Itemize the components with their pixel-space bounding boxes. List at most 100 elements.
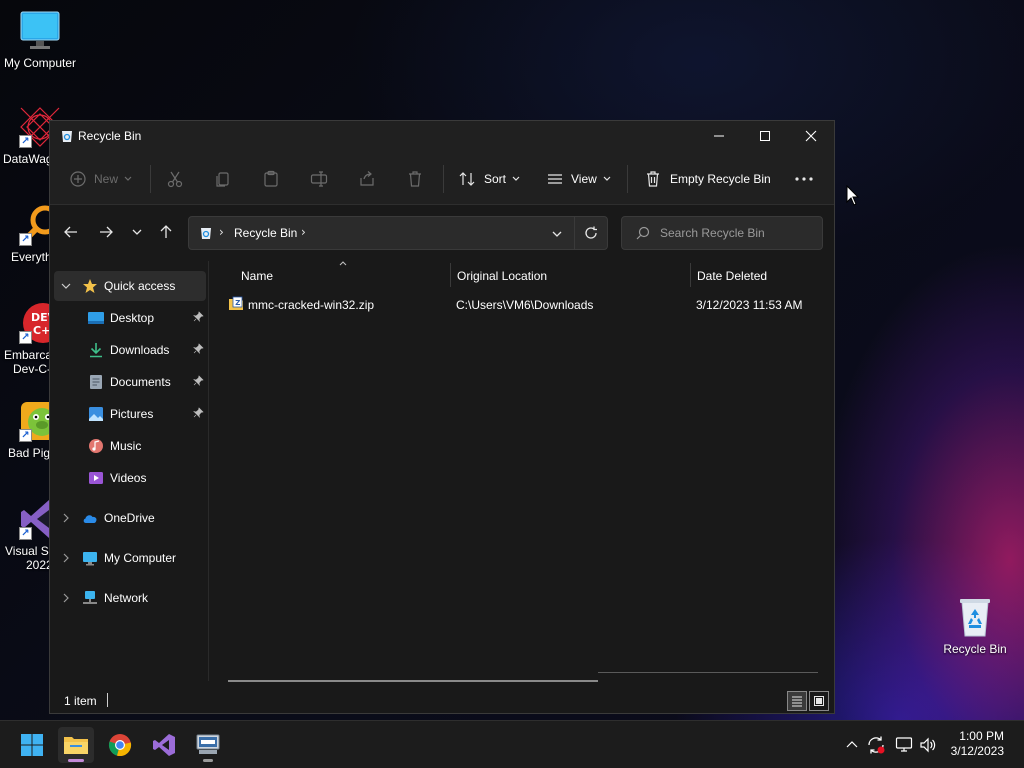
- back-button[interactable]: [58, 217, 84, 247]
- toolbar-separator: [150, 165, 151, 193]
- sidebar-item-downloads[interactable]: Downloads: [50, 335, 208, 365]
- remote-desktop-icon: [196, 734, 220, 754]
- details-view-button[interactable]: [787, 691, 807, 711]
- title-bar[interactable]: Recycle Bin: [50, 121, 834, 151]
- sidebar-item-music[interactable]: Music: [50, 431, 208, 461]
- column-divider[interactable]: [690, 263, 691, 287]
- sidebar-item-desktop[interactable]: Desktop: [50, 303, 208, 333]
- status-bar: 1 item: [50, 687, 834, 713]
- copy-icon: [216, 172, 229, 187]
- search-box[interactable]: [621, 216, 823, 250]
- share-icon: [360, 171, 374, 186]
- sort-ascending-icon: [339, 261, 347, 266]
- arrow-up-icon: [160, 225, 172, 238]
- network-icon: [83, 591, 97, 604]
- sidebar-item-label: Music: [110, 439, 142, 453]
- status-divider: [107, 693, 108, 707]
- chevron-down-icon: [512, 176, 520, 181]
- clock-date: 3/12/2023: [950, 744, 1004, 758]
- sidebar-item-network[interactable]: Network: [50, 583, 208, 613]
- maximize-button[interactable]: [742, 121, 788, 151]
- file-original-location: C:\Users\VM6\Downloads: [456, 298, 594, 312]
- up-button[interactable]: [153, 217, 179, 247]
- more-options-button[interactable]: [794, 163, 814, 195]
- cloud-icon: [83, 515, 97, 523]
- desktop-folder-icon: [88, 312, 104, 324]
- refresh-icon[interactable]: [584, 226, 598, 240]
- column-header-date-deleted[interactable]: Date Deleted: [697, 261, 767, 291]
- sidebar-item-videos[interactable]: Videos: [50, 463, 208, 493]
- video-icon: [89, 472, 103, 484]
- desktop-icon-recycle-bin[interactable]: Recycle Bin: [935, 596, 1015, 656]
- sidebar-item-onedrive[interactable]: OneDrive: [50, 503, 208, 533]
- horizontal-scrollbar[interactable]: [228, 680, 598, 682]
- arrow-right-icon: [100, 226, 113, 238]
- folder-icon: [64, 737, 88, 754]
- toolbar-separator: [443, 165, 444, 193]
- cut-button[interactable]: [166, 163, 184, 195]
- taskbar-remote-desktop[interactable]: [190, 727, 226, 763]
- document-icon: [90, 375, 102, 389]
- chevron-down-icon: [603, 176, 611, 181]
- shortcut-arrow-icon: ↗: [19, 135, 32, 148]
- view-button[interactable]: View: [546, 163, 612, 195]
- large-icons-view-button[interactable]: [809, 691, 829, 711]
- sidebar-item-my-computer[interactable]: My Computer: [50, 543, 208, 573]
- sidebar-item-label: Videos: [110, 471, 147, 485]
- sidebar-item-label: Desktop: [110, 311, 155, 325]
- new-button-label: New: [94, 172, 119, 186]
- system-clock[interactable]: 1:00 PM 3/12/2023: [951, 729, 1004, 759]
- pane-splitter[interactable]: [208, 261, 209, 681]
- empty-recycle-bin-button[interactable]: Empty Recycle Bin: [644, 163, 771, 195]
- plus-circle-icon: [70, 171, 86, 187]
- sidebar-item-pictures[interactable]: Pictures: [50, 399, 208, 429]
- network-status-icon[interactable]: [895, 736, 913, 754]
- command-bar: New Sort View Empty Recycle Bin: [50, 151, 834, 205]
- desktop-icon-my-computer[interactable]: My Computer: [0, 10, 80, 70]
- minimize-icon: [714, 135, 724, 137]
- column-header-original-location[interactable]: Original Location: [457, 261, 547, 291]
- new-button[interactable]: New: [70, 163, 133, 195]
- close-button[interactable]: [788, 121, 834, 151]
- picture-icon: [89, 407, 103, 421]
- recent-locations-button[interactable]: [124, 217, 150, 247]
- download-arrow-icon: [90, 343, 102, 358]
- maximize-icon: [760, 131, 770, 141]
- address-bar[interactable]: › Recycle Bin ›: [188, 216, 608, 250]
- navigation-pane: Quick access Desktop Downloads Documents…: [50, 261, 208, 681]
- breadcrumb-chevron-icon[interactable]: ›: [301, 225, 306, 239]
- chevron-up-icon[interactable]: [846, 739, 858, 749]
- taskbar-file-explorer[interactable]: [58, 727, 94, 763]
- taskbar-chrome[interactable]: [102, 727, 138, 763]
- sort-button[interactable]: Sort: [458, 163, 521, 195]
- sidebar-item-label: Downloads: [110, 343, 170, 357]
- address-divider: [574, 217, 575, 249]
- breadcrumb-recycle-bin[interactable]: Recycle Bin: [234, 226, 297, 240]
- close-icon: [805, 130, 817, 142]
- search-input[interactable]: [660, 226, 820, 240]
- sidebar-item-documents[interactable]: Documents: [50, 367, 208, 397]
- share-button[interactable]: [358, 163, 376, 195]
- column-header-name[interactable]: Name: [241, 261, 273, 291]
- recycle-bin-small-icon: [62, 131, 72, 142]
- taskbar-visual-studio[interactable]: [146, 727, 182, 763]
- window-title: Recycle Bin: [78, 129, 142, 143]
- paste-button[interactable]: [262, 163, 280, 195]
- rename-icon: [310, 171, 328, 187]
- copy-button[interactable]: [214, 163, 232, 195]
- forward-button[interactable]: [93, 217, 119, 247]
- minimize-button[interactable]: [696, 121, 742, 151]
- volume-icon[interactable]: [919, 736, 937, 754]
- file-explorer-window: Recycle Bin New Sort View Empty Recycle …: [49, 120, 835, 714]
- clock-time: 1:00 PM: [959, 729, 1004, 743]
- delete-button[interactable]: [406, 163, 424, 195]
- chevron-down-icon: [61, 283, 71, 289]
- pin-icon: [193, 343, 204, 354]
- rename-button[interactable]: [310, 163, 328, 195]
- address-dropdown-icon[interactable]: [551, 229, 563, 239]
- sidebar-item-quick-access[interactable]: Quick access: [54, 271, 206, 301]
- sync-error-icon[interactable]: [866, 735, 886, 755]
- table-row[interactable]: Z mmc-cracked-win32.zip C:\Users\VM6\Dow…: [224, 291, 824, 319]
- column-divider[interactable]: [450, 263, 451, 287]
- start-button[interactable]: [14, 727, 50, 763]
